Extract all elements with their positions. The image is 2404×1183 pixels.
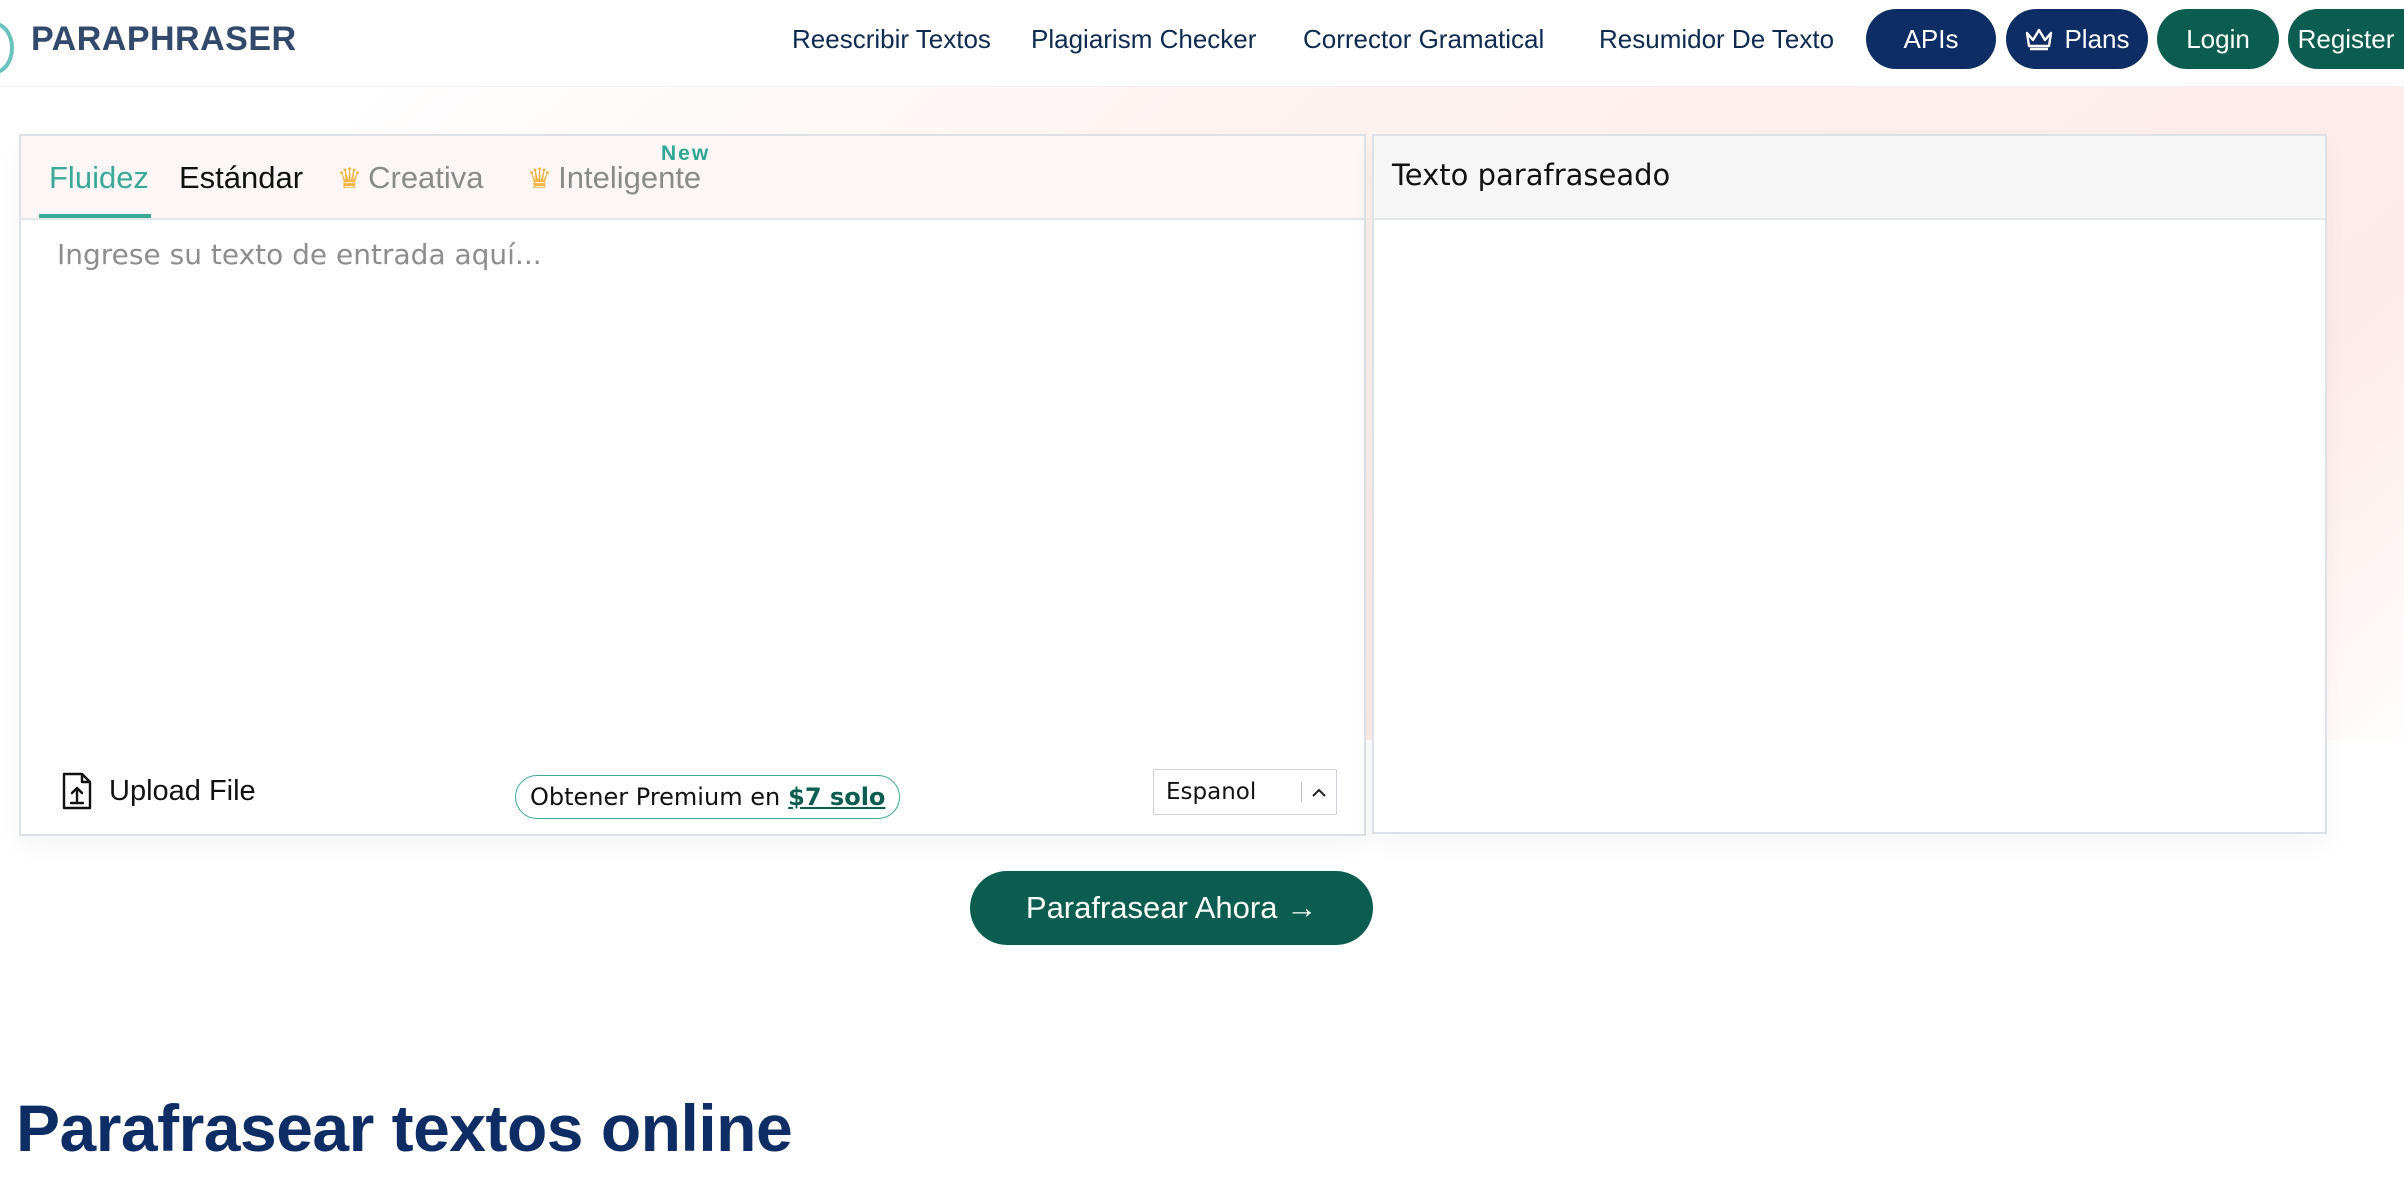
tab-estandar[interactable]: Estándar [179, 160, 303, 196]
page-heading: Parafrasear textos online [16, 1091, 793, 1165]
nav-plagiarism-checker[interactable]: Plagiarism Checker [1031, 24, 1256, 55]
top-navbar: PARAPHRASER Reescribir Textos Plagiarism… [0, 0, 2404, 87]
output-header: Texto parafraseado [1374, 136, 2325, 220]
logo[interactable]: PARAPHRASER [31, 20, 297, 59]
crown-icon: ♛ [337, 163, 363, 194]
language-select[interactable]: Espanol [1153, 769, 1337, 815]
login-button[interactable]: Login [2157, 9, 2279, 69]
tab-creativa-label: Creativa [368, 160, 484, 195]
apis-label: APIs [1903, 23, 1959, 54]
output-area[interactable] [1374, 220, 2325, 832]
chevron-up-icon [1302, 782, 1336, 803]
tab-creativa[interactable]: ♛ Creativa [337, 160, 484, 196]
register-button[interactable]: Register [2288, 9, 2404, 69]
nav-corrector-gramatical[interactable]: Corrector Gramatical [1303, 24, 1544, 55]
output-panel: Texto parafraseado [1372, 134, 2327, 834]
login-label: Login [2186, 23, 2250, 54]
crown-icon: ♛ [527, 163, 553, 194]
active-tab-indicator [39, 214, 151, 218]
output-title: Texto parafraseado [1392, 158, 1671, 192]
apis-button[interactable]: APIs [1866, 9, 1996, 69]
premium-price-link[interactable]: $7 solo [788, 783, 885, 811]
premium-text: Obtener Premium en [530, 783, 781, 811]
file-upload-icon [62, 772, 92, 810]
nav-reescribir-textos[interactable]: Reescribir Textos [792, 24, 991, 55]
input-panel: Fluidez Estándar ♛ Creativa ♛ Inteligente … [19, 134, 1366, 836]
crown-icon [2026, 28, 2053, 51]
upload-file-label: Upload File [109, 774, 256, 807]
logo-icon [0, 22, 14, 74]
register-label: Register [2297, 23, 2395, 54]
nav-resumidor-de-texto[interactable]: Resumidor De Texto [1599, 24, 1834, 55]
plans-button[interactable]: Plans [2006, 9, 2148, 69]
input-textarea[interactable] [55, 236, 1339, 740]
plans-label: Plans [2064, 23, 2130, 54]
paraphrase-now-button[interactable]: Parafrasear Ahora → [970, 871, 1373, 945]
tab-fluidez[interactable]: Fluidez [49, 160, 149, 196]
upload-file-button[interactable]: Upload File [61, 772, 256, 810]
premium-offer: Obtener Premium en $7 solo [515, 775, 901, 819]
mode-tabs: Fluidez Estándar ♛ Creativa ♛ Inteligente … [21, 136, 1364, 220]
new-badge: New [661, 142, 711, 165]
language-value: Espanol [1166, 779, 1257, 805]
